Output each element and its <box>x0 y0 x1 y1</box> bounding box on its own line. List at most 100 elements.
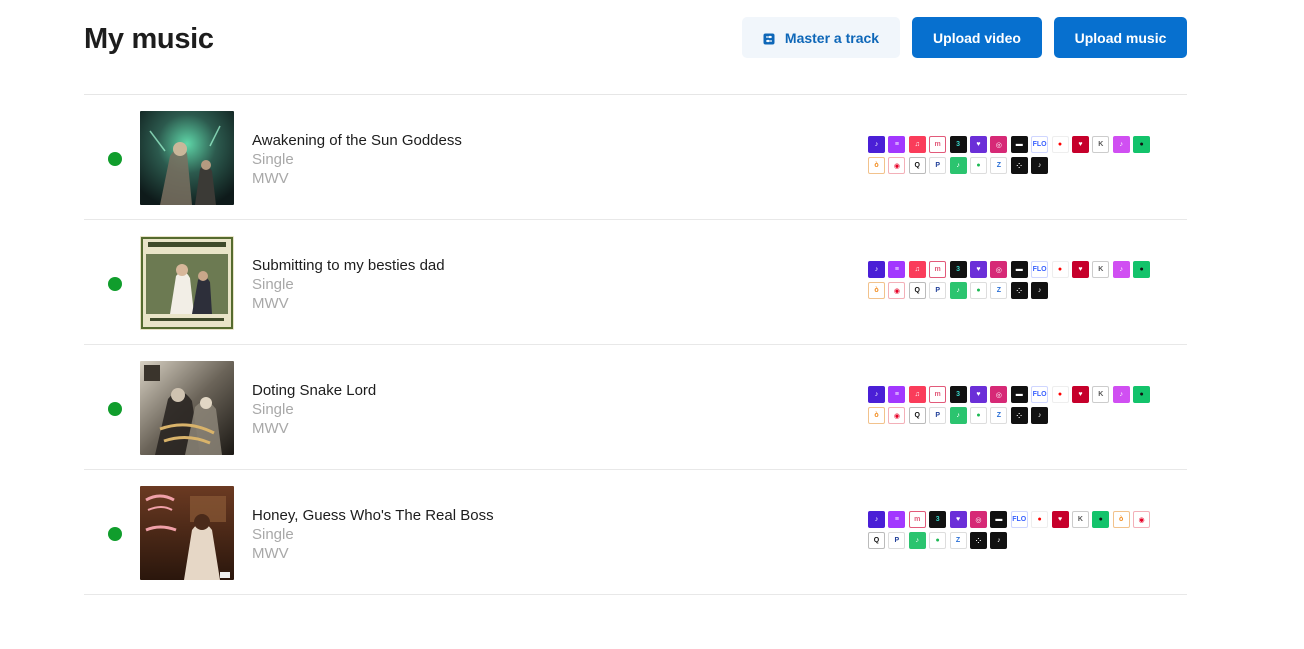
joox-icon[interactable]: ● <box>1133 386 1151 403</box>
itunes-icon[interactable]: ♪ <box>1112 136 1130 153</box>
audiomack-icon[interactable]: ò <box>868 157 885 174</box>
amazon-music-icon[interactable]: ♪ <box>868 511 885 528</box>
audiomack-icon[interactable]: ò <box>868 282 885 299</box>
anghami-icon[interactable]: ♥ <box>949 511 967 528</box>
cover-art[interactable] <box>140 111 234 205</box>
zing-icon[interactable]: Z <box>990 407 1008 424</box>
deezer-icon[interactable]: ≡ <box>888 511 906 528</box>
anghami-icon[interactable]: ♥ <box>969 136 987 153</box>
spotify-icon[interactable]: ● <box>969 407 987 424</box>
cover-art[interactable] <box>140 361 234 455</box>
netease-icon[interactable]: ◉ <box>888 282 906 299</box>
tiktok-icon[interactable]: ♪ <box>1031 157 1049 174</box>
tiktok-icon[interactable]: ♪ <box>990 532 1008 549</box>
flo-icon[interactable]: FLO <box>1031 386 1049 403</box>
deezer-icon[interactable]: ≡ <box>888 136 906 153</box>
spotify-icon[interactable]: ● <box>969 282 987 299</box>
flo-icon[interactable]: FLO <box>1031 261 1049 278</box>
amazon-music-icon[interactable]: ♪ <box>868 136 885 153</box>
deezer-icon[interactable]: ≡ <box>888 386 906 403</box>
cover-art[interactable] <box>140 486 234 580</box>
tidal-black-icon[interactable]: ▬ <box>990 511 1008 528</box>
boomplay-icon[interactable]: m <box>929 386 947 403</box>
instagram-icon[interactable]: ◎ <box>990 136 1008 153</box>
flo-icon[interactable]: FLO <box>1010 511 1028 528</box>
pandora-icon[interactable]: P <box>929 407 947 424</box>
iheart-icon[interactable]: ♥ <box>1071 386 1089 403</box>
iheart-icon[interactable]: ♥ <box>1071 261 1089 278</box>
qobuz-icon[interactable]: Q <box>908 282 926 299</box>
iheart-icon[interactable]: ♥ <box>1051 511 1069 528</box>
saavn-icon[interactable]: ♪ <box>949 157 967 174</box>
kkbox-icon[interactable]: K <box>1092 261 1110 278</box>
7digital-icon[interactable]: 3 <box>949 386 967 403</box>
pandora-icon[interactable]: P <box>888 532 906 549</box>
track-title[interactable]: Doting Snake Lord <box>252 381 376 400</box>
pandora-icon[interactable]: P <box>929 282 947 299</box>
youtube-music-icon[interactable]: ● <box>1051 136 1069 153</box>
youtube-music-icon[interactable]: ● <box>1031 511 1049 528</box>
flo-icon[interactable]: FLO <box>1031 136 1049 153</box>
joox-icon[interactable]: ● <box>1133 136 1151 153</box>
apple-music-icon[interactable]: ♫ <box>908 261 926 278</box>
track-row[interactable]: Awakening of the Sun Goddess Single MWV … <box>84 95 1187 220</box>
youtube-music-icon[interactable]: ● <box>1051 261 1069 278</box>
saavn-icon[interactable]: ♪ <box>908 532 926 549</box>
track-row[interactable]: Doting Snake Lord Single MWV ♪ ≡ ♫ m 3 ♥ ◎ ▬ FLO… <box>84 345 1187 470</box>
tidal-icon[interactable]: ⁘ <box>1010 157 1028 174</box>
kkbox-icon[interactable]: K <box>1092 136 1110 153</box>
qobuz-icon[interactable]: Q <box>868 532 885 549</box>
audiomack-icon[interactable]: ò <box>1112 511 1130 528</box>
apple-music-icon[interactable]: ♫ <box>908 136 926 153</box>
upload-music-button[interactable]: Upload music <box>1054 17 1187 58</box>
instagram-icon[interactable]: ◎ <box>969 511 987 528</box>
master-track-button[interactable]: Master a track <box>742 17 900 58</box>
instagram-icon[interactable]: ◎ <box>990 386 1008 403</box>
joox-icon[interactable]: ● <box>1092 511 1110 528</box>
pandora-icon[interactable]: P <box>929 157 947 174</box>
apple-music-icon[interactable]: ♫ <box>908 386 926 403</box>
itunes-icon[interactable]: ♪ <box>1112 386 1130 403</box>
itunes-icon[interactable]: ♪ <box>1112 261 1130 278</box>
netease-icon[interactable]: ◉ <box>888 157 906 174</box>
instagram-icon[interactable]: ◎ <box>990 261 1008 278</box>
tidal-icon[interactable]: ⁘ <box>1010 407 1028 424</box>
joox-icon[interactable]: ● <box>1133 261 1151 278</box>
spotify-icon[interactable]: ● <box>929 532 947 549</box>
upload-video-button[interactable]: Upload video <box>912 17 1042 58</box>
qobuz-icon[interactable]: Q <box>908 407 926 424</box>
track-title[interactable]: Awakening of the Sun Goddess <box>252 131 462 150</box>
track-row[interactable]: Submitting to my besties dad Single MWV … <box>84 220 1187 345</box>
zing-icon[interactable]: Z <box>990 282 1008 299</box>
track-title[interactable]: Honey, Guess Who's The Real Boss <box>252 506 494 525</box>
tidal-black-icon[interactable]: ▬ <box>1010 136 1028 153</box>
tiktok-icon[interactable]: ♪ <box>1031 282 1049 299</box>
spotify-icon[interactable]: ● <box>969 157 987 174</box>
anghami-icon[interactable]: ♥ <box>969 261 987 278</box>
zing-icon[interactable]: Z <box>949 532 967 549</box>
amazon-music-icon[interactable]: ♪ <box>868 261 885 278</box>
saavn-icon[interactable]: ♪ <box>949 282 967 299</box>
deezer-icon[interactable]: ≡ <box>888 261 906 278</box>
tidal-black-icon[interactable]: ▬ <box>1010 261 1028 278</box>
boomplay-icon[interactable]: m <box>908 511 926 528</box>
7digital-icon[interactable]: 3 <box>929 511 947 528</box>
amazon-music-icon[interactable]: ♪ <box>868 386 885 403</box>
saavn-icon[interactable]: ♪ <box>949 407 967 424</box>
cover-art[interactable] <box>140 236 234 330</box>
tidal-icon[interactable]: ⁘ <box>969 532 987 549</box>
youtube-music-icon[interactable]: ● <box>1051 386 1069 403</box>
7digital-icon[interactable]: 3 <box>949 261 967 278</box>
track-title[interactable]: Submitting to my besties dad <box>252 256 445 275</box>
7digital-icon[interactable]: 3 <box>949 136 967 153</box>
boomplay-icon[interactable]: m <box>929 261 947 278</box>
netease-icon[interactable]: ◉ <box>888 407 906 424</box>
netease-icon[interactable]: ◉ <box>1133 511 1151 528</box>
tidal-black-icon[interactable]: ▬ <box>1010 386 1028 403</box>
boomplay-icon[interactable]: m <box>929 136 947 153</box>
tidal-icon[interactable]: ⁘ <box>1010 282 1028 299</box>
kkbox-icon[interactable]: K <box>1071 511 1089 528</box>
anghami-icon[interactable]: ♥ <box>969 386 987 403</box>
iheart-icon[interactable]: ♥ <box>1071 136 1089 153</box>
audiomack-icon[interactable]: ò <box>868 407 885 424</box>
